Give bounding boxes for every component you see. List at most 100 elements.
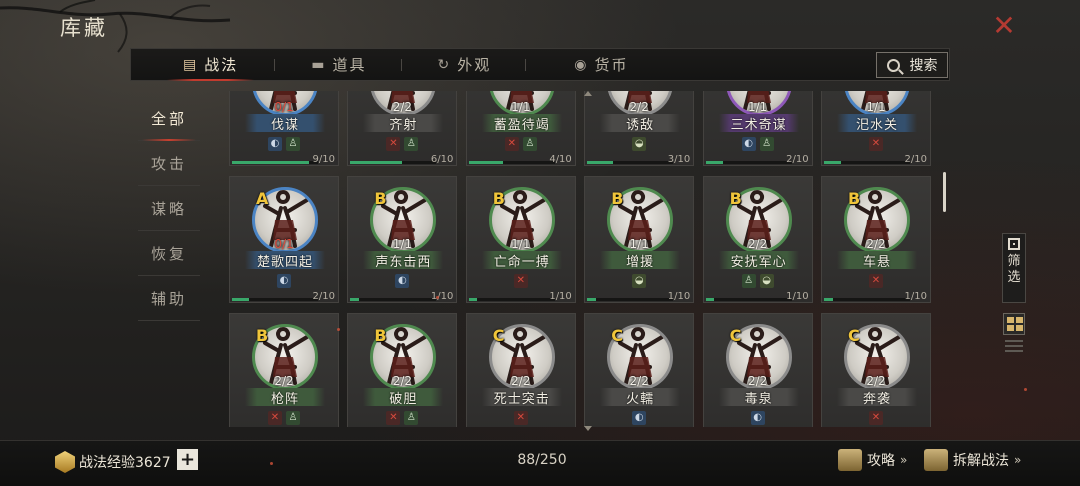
filter-label: 选 bbox=[1007, 270, 1021, 285]
list-view-button[interactable] bbox=[1005, 340, 1023, 356]
magnifier-icon: ◐ bbox=[277, 274, 291, 288]
skill-icons: ◐ ♙ bbox=[230, 137, 338, 151]
skill-name: 汜水关 bbox=[837, 114, 917, 133]
skill-card[interactable]: B 2/2 枪阵 ✕ ♙ bbox=[229, 313, 339, 427]
skill-name: 火轜 bbox=[600, 388, 681, 407]
skill-card[interactable]: B 1/1 增援 ◒ 1/10 bbox=[584, 176, 695, 303]
skill-card[interactable]: B 1/1 声东击西 ◐ 1/10 bbox=[347, 176, 458, 303]
skill-icons: ✕ ♙ bbox=[348, 137, 456, 151]
dismantle-button[interactable]: 拆解战法 » bbox=[924, 449, 1021, 471]
tab-appearance[interactable]: ↻ 外观 bbox=[438, 49, 492, 80]
skill-card[interactable]: B 2/2 车悬 ✕ 1/10 bbox=[821, 176, 931, 303]
scroll-up-icon[interactable] bbox=[584, 91, 592, 96]
tab-currency[interactable]: ◉ 货币 bbox=[574, 49, 628, 80]
skill-name: 破胆 bbox=[363, 388, 444, 407]
troops-icon: ♙ bbox=[286, 137, 300, 151]
unavailable-icon: ✕ bbox=[268, 411, 282, 425]
skill-name: 奔袭 bbox=[837, 388, 917, 407]
skill-icons: ♙ ◒ bbox=[704, 274, 812, 288]
skill-card[interactable]: B 2/2 安抚军心 ♙ ◒ 1/10 bbox=[702, 176, 813, 303]
progress-text: 6/10 bbox=[430, 154, 454, 165]
skill-name: 车悬 bbox=[837, 251, 917, 270]
skill-grid: 0/1 伐谋 ◐ ♙ 9/10 2/2 齐射 ✕ ♙ 6/10 1/1 蓄盈待竭 ✕ ♙ 4/10 2/2 诱敌… bbox=[226, 91, 944, 427]
skill-card[interactable]: C 2/2 火轜 ◐ bbox=[584, 313, 695, 427]
skill-icons: ◐ bbox=[230, 274, 338, 288]
skill-card[interactable]: 1/1 三术奇谋 ◐ ♙ 2/10 bbox=[702, 91, 813, 166]
ember-particle bbox=[337, 328, 340, 331]
close-icon[interactable]: ✕ bbox=[990, 9, 1018, 42]
category-recovery[interactable]: 恢复 bbox=[138, 231, 200, 276]
skill-card[interactable]: A 0/1 楚歌四起 ◐ 2/10 bbox=[229, 176, 339, 303]
skill-card[interactable]: B 2/2 破胆 ✕ ♙ bbox=[347, 313, 458, 427]
skill-icons: ✕ ♙ bbox=[230, 411, 338, 425]
skill-name: 增援 bbox=[600, 251, 681, 270]
skill-card[interactable]: 0/1 伐谋 ◐ ♙ 9/10 bbox=[229, 91, 339, 166]
skill-name: 声东击西 bbox=[363, 251, 444, 270]
unavailable-icon: ✕ bbox=[869, 411, 883, 425]
category-attack[interactable]: 攻击 bbox=[138, 141, 200, 186]
search-button[interactable]: 搜索 bbox=[876, 52, 948, 78]
skill-card[interactable]: C 2/2 奔袭 ✕ bbox=[821, 313, 931, 427]
unavailable-icon: ✕ bbox=[504, 137, 519, 151]
skill-card[interactable]: 1/1 汜水关 ✕ 2/10 bbox=[821, 91, 931, 166]
tab-items[interactable]: ▬ 道具 bbox=[311, 49, 366, 80]
skill-card[interactable]: B 1/1 亡命一搏 ✕ 1/10 bbox=[465, 176, 576, 303]
skill-card[interactable]: 2/2 诱敌 ◒ 3/10 bbox=[584, 91, 695, 166]
tab-label: 货币 bbox=[594, 56, 629, 74]
dismantle-label: 拆解战法 bbox=[953, 453, 1009, 469]
ember-particle bbox=[1024, 388, 1027, 391]
progress-bar bbox=[350, 161, 437, 164]
progress-bar bbox=[232, 161, 318, 164]
grade-badge: B bbox=[611, 189, 624, 208]
category-nav: 全部 攻击 谋略 恢复 辅助 bbox=[138, 96, 200, 321]
skill-count: 0/1 bbox=[274, 100, 294, 114]
tab-divider bbox=[400, 58, 402, 71]
skill-icons: ◒ bbox=[585, 274, 693, 288]
coin-icon: ◉ bbox=[574, 56, 589, 73]
unavailable-icon: ✕ bbox=[386, 411, 401, 425]
troops-icon: ♙ bbox=[286, 411, 300, 425]
grade-badge: B bbox=[256, 326, 269, 345]
pot-icon: ◒ bbox=[632, 137, 647, 151]
grade-badge: B bbox=[374, 189, 387, 208]
skill-card[interactable]: 1/1 蓄盈待竭 ✕ ♙ 4/10 bbox=[465, 91, 576, 166]
skill-count: 1/1 bbox=[866, 100, 886, 114]
progress-text: 2/10 bbox=[786, 154, 809, 165]
category-strategy[interactable]: 谋略 bbox=[138, 186, 200, 231]
filter-button[interactable]: 筛 选 bbox=[1002, 233, 1026, 303]
tab-skills[interactable]: ▤ 战法 bbox=[166, 49, 255, 81]
grade-badge: B bbox=[374, 326, 387, 345]
chevron-right-icon: » bbox=[1014, 453, 1022, 467]
troops-icon: ♙ bbox=[741, 274, 756, 288]
tab-divider bbox=[525, 58, 527, 71]
skill-name: 伐谋 bbox=[245, 114, 325, 133]
grid-view-button[interactable] bbox=[1003, 313, 1025, 335]
skill-card[interactable]: C 2/2 毒泉 ◐ bbox=[702, 313, 813, 427]
filter-icon bbox=[1008, 238, 1020, 250]
category-support[interactable]: 辅助 bbox=[138, 276, 200, 321]
exp-gem-icon bbox=[55, 451, 75, 473]
skill-icons: ✕ bbox=[467, 274, 575, 288]
unavailable-icon: ✕ bbox=[386, 137, 401, 151]
unavailable-icon: ✕ bbox=[869, 137, 883, 151]
add-exp-button[interactable]: + bbox=[177, 449, 198, 470]
grade-badge: C bbox=[729, 326, 742, 345]
grade-badge: B bbox=[492, 189, 505, 208]
pot-icon: ◒ bbox=[759, 274, 774, 288]
search-label: 搜索 bbox=[909, 58, 938, 74]
category-all[interactable]: 全部 bbox=[138, 96, 200, 141]
scrollbar[interactable] bbox=[943, 172, 946, 212]
scroll-down-icon[interactable] bbox=[584, 426, 592, 431]
guide-button[interactable]: 攻略 » bbox=[838, 449, 907, 471]
progress-bar bbox=[587, 161, 674, 164]
tab-divider bbox=[274, 58, 276, 71]
skill-card[interactable]: C 2/2 死士突击 ✕ bbox=[465, 313, 576, 427]
skill-icons: ✕ bbox=[822, 137, 930, 151]
skill-card[interactable]: 2/2 齐射 ✕ ♙ 6/10 bbox=[347, 91, 458, 166]
skill-name: 枪阵 bbox=[245, 388, 325, 407]
skill-icons: ✕ bbox=[467, 411, 575, 425]
skill-count: 1/1 bbox=[747, 100, 768, 114]
filter-label: 筛 bbox=[1007, 254, 1021, 269]
skill-name: 安抚军心 bbox=[718, 251, 799, 270]
grade-badge: A bbox=[256, 189, 269, 208]
